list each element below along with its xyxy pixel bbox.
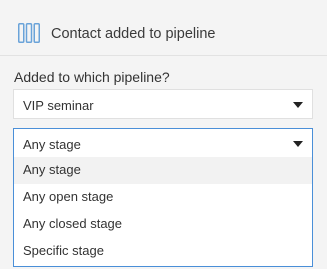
stage-option-any-stage[interactable]: Any stage <box>14 157 312 184</box>
pipeline-select-value: VIP seminar <box>23 98 94 113</box>
pipeline-select[interactable]: VIP seminar <box>13 89 313 119</box>
chevron-down-icon <box>293 141 303 147</box>
chevron-down-icon <box>293 102 303 108</box>
option-label: Any open stage <box>23 189 114 204</box>
stage-dropdown-list: Any stage Any open stage Any closed stag… <box>13 157 313 267</box>
option-label: Any closed stage <box>23 216 123 231</box>
pipeline-columns-icon <box>18 23 40 43</box>
stage-option-specific-stage[interactable]: Specific stage <box>14 238 312 265</box>
trigger-title: Contact added to pipeline <box>51 26 216 42</box>
option-label: Any stage <box>23 162 81 177</box>
stage-select-value: Any stage <box>23 137 81 152</box>
option-label: Specific stage <box>23 243 104 258</box>
pipeline-field-label: Added to which pipeline? <box>14 69 170 85</box>
stage-option-any-closed-stage[interactable]: Any closed stage <box>14 211 312 238</box>
stage-select[interactable]: Any stage <box>13 128 313 158</box>
stage-option-any-open-stage[interactable]: Any open stage <box>14 184 312 211</box>
trigger-header: Contact added to pipeline <box>0 0 327 56</box>
